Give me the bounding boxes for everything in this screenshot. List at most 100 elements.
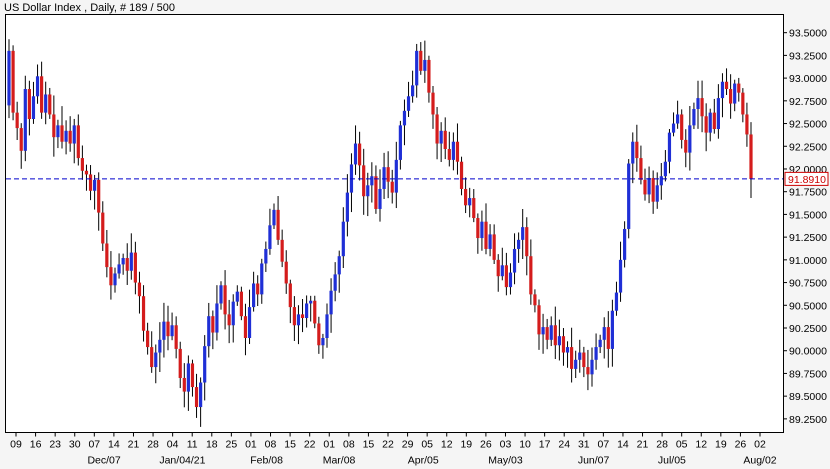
candle-body	[651, 178, 655, 202]
month-label: Jan/04/21	[159, 455, 205, 467]
candle-body	[439, 130, 443, 144]
candle-body	[264, 248, 268, 264]
candle-body	[394, 159, 398, 193]
candle-body	[199, 382, 203, 408]
x-tick-label: 30	[69, 439, 81, 451]
y-tick-label: 91.0000	[789, 255, 827, 267]
candle-body	[541, 327, 545, 335]
candle-body	[23, 89, 27, 151]
candle-body	[231, 301, 235, 326]
current-price-label: 91.8910	[788, 174, 826, 186]
candle-body	[684, 139, 688, 153]
x-tick-label: 07	[88, 439, 100, 451]
candle-body	[700, 98, 704, 117]
candle-body	[382, 167, 386, 189]
candle-body	[174, 325, 178, 349]
candle-body	[402, 110, 407, 126]
candle-body	[366, 185, 370, 197]
candle-body	[484, 221, 488, 249]
candle-body	[272, 209, 276, 226]
candle-body	[390, 181, 394, 193]
candle-body	[443, 130, 447, 149]
candle-body	[676, 114, 680, 124]
candle-body	[508, 272, 513, 288]
candle-body	[72, 125, 76, 144]
candle-body	[105, 243, 109, 268]
x-tick-label: 04	[167, 439, 179, 451]
candle-body	[610, 310, 614, 349]
candle-body	[178, 348, 182, 378]
candle-body	[125, 258, 129, 271]
candle-body	[182, 377, 186, 392]
candle-body	[284, 261, 288, 284]
candle-body	[137, 282, 142, 297]
candle-body	[296, 314, 301, 326]
x-tick-label: 22	[304, 439, 316, 451]
candle-body	[623, 228, 627, 260]
candle-body	[565, 347, 570, 353]
x-tick-label: 02	[754, 439, 766, 451]
candle-body	[313, 300, 317, 324]
candle-body	[724, 81, 729, 90]
candle-body	[594, 347, 598, 360]
candle-body	[733, 83, 737, 104]
candle-body	[378, 188, 382, 209]
candle-body	[93, 179, 97, 191]
x-tick-label: 19	[715, 439, 727, 451]
month-label: Jun/07	[578, 455, 610, 467]
candle-body	[362, 165, 366, 197]
x-tick-label: 26	[480, 439, 492, 451]
candle-body	[692, 109, 696, 126]
candle-body	[333, 274, 337, 291]
month-label: Feb/08	[250, 455, 283, 467]
x-tick-label: 15	[363, 439, 375, 451]
candle-body	[288, 283, 292, 308]
candle-body	[374, 176, 378, 209]
x-tick-label: 14	[617, 439, 629, 451]
candle-body	[406, 96, 411, 111]
candle-body	[27, 89, 31, 119]
x-tick-label: 21	[128, 439, 140, 451]
candle-body	[663, 161, 667, 177]
candle-body	[415, 50, 419, 86]
x-tick-label: 28	[147, 439, 159, 451]
candle-body	[500, 265, 504, 277]
candle-body	[150, 347, 154, 368]
candle-body	[737, 83, 741, 93]
candle-body	[427, 59, 431, 93]
candle-body	[341, 221, 345, 257]
y-tick-label: 93.2500	[789, 50, 827, 62]
x-tick-label: 16	[30, 439, 42, 451]
month-labels: Dec/07 Jan/04/21 Feb/08 Mar/08 Apr/05 May/03 J…	[87, 455, 776, 467]
candle-body	[553, 325, 557, 346]
candle-body	[154, 352, 158, 368]
candle-body	[423, 59, 427, 71]
x-tick-label: 19	[460, 439, 472, 451]
candle-body	[97, 179, 101, 213]
x-tick-label: 29	[402, 439, 414, 451]
candle-body	[133, 252, 137, 283]
candle-body	[40, 76, 44, 113]
candle-body	[31, 96, 36, 119]
x-tick-label: 24	[558, 439, 570, 451]
candle-body	[162, 321, 166, 340]
candle-body	[570, 347, 574, 369]
candle-body	[358, 143, 362, 166]
candle-body	[578, 352, 582, 360]
candle-body	[60, 125, 64, 142]
candle-body	[337, 256, 341, 275]
candle-body	[256, 283, 260, 295]
candle-body	[353, 143, 358, 165]
candle-body	[19, 128, 23, 151]
candle-body	[117, 264, 121, 274]
y-axis: 93.5000 93.2500 93.0000 92.7500 92.5000 92.25…	[783, 28, 827, 426]
candle-body	[472, 198, 476, 219]
y-tick-label: 91.2500	[789, 232, 827, 244]
candle-body	[680, 114, 684, 140]
x-tick-label: 12	[695, 439, 707, 451]
plot-area	[5, 14, 784, 433]
candle-body	[464, 188, 468, 206]
y-tick-label: 93.0000	[789, 73, 827, 85]
candle-body	[704, 116, 708, 133]
candle-body	[219, 285, 223, 304]
